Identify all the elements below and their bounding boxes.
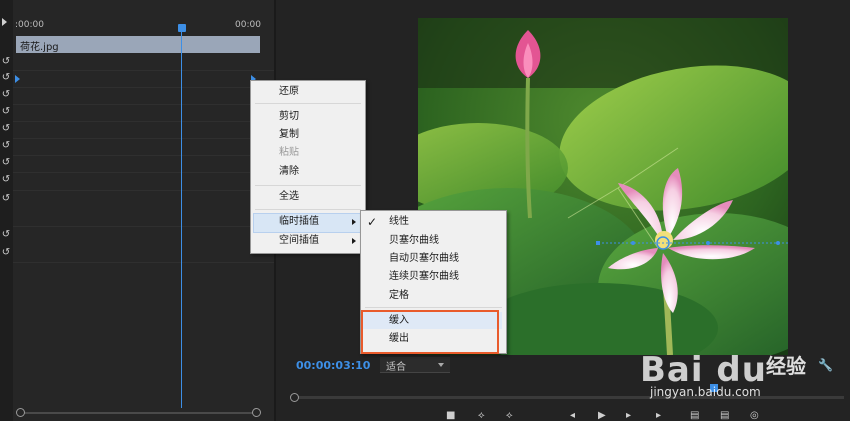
submenu-arrow-icon bbox=[352, 219, 356, 225]
reset-icon[interactable]: ↺ bbox=[0, 56, 12, 68]
step-forward-icon[interactable]: ▸ bbox=[626, 410, 631, 421]
row-divider bbox=[13, 121, 274, 122]
row-divider bbox=[13, 70, 274, 71]
menu-separator bbox=[255, 103, 361, 104]
export-frame-icon[interactable]: ◎ bbox=[750, 410, 759, 421]
keyframe-start-icon[interactable] bbox=[15, 75, 20, 83]
goto-out-icon[interactable]: ▸ bbox=[656, 410, 661, 421]
mark-out-icon[interactable]: ⟡ bbox=[478, 410, 485, 421]
row-divider bbox=[13, 262, 274, 263]
playhead-handle[interactable] bbox=[178, 24, 186, 32]
extract-icon[interactable]: ▤ bbox=[720, 410, 729, 421]
expand-arrow-icon[interactable] bbox=[2, 18, 7, 26]
play-icon[interactable]: ▶ bbox=[598, 410, 606, 421]
step-back-icon[interactable]: ◂ bbox=[570, 410, 575, 421]
row-divider bbox=[13, 190, 274, 191]
reset-icon[interactable]: ↺ bbox=[0, 89, 12, 101]
baidu-watermark-url: jingyan.baidu.com bbox=[650, 385, 761, 399]
effect-controls-panel bbox=[0, 0, 274, 421]
row-divider bbox=[13, 104, 274, 105]
row-divider bbox=[13, 138, 274, 139]
menu-item-select-all[interactable]: 全选 bbox=[279, 189, 299, 205]
reset-icon[interactable]: ↺ bbox=[0, 229, 12, 241]
reset-icon[interactable]: ↺ bbox=[0, 157, 12, 169]
scroll-start-handle[interactable] bbox=[16, 408, 25, 417]
menu-separator bbox=[255, 209, 361, 210]
menu-item-restore[interactable]: 还原 bbox=[279, 84, 299, 100]
timeline-scrollbar[interactable] bbox=[18, 412, 258, 414]
ruler-start-label: :00:00 bbox=[15, 20, 44, 30]
menu-item-spatial-interpolation[interactable]: 空间插值 bbox=[279, 233, 319, 249]
reset-icon[interactable]: ↺ bbox=[0, 140, 12, 152]
menu-separator bbox=[255, 185, 361, 186]
mark-in-icon[interactable]: ■ bbox=[446, 410, 455, 421]
reset-icon[interactable]: ↺ bbox=[0, 193, 12, 205]
reset-icon[interactable]: ↺ bbox=[0, 174, 12, 186]
menu-item-cut[interactable]: 剪切 bbox=[279, 109, 299, 125]
menu-item-copy[interactable]: 复制 bbox=[279, 127, 299, 143]
submenu-item-bezier[interactable]: 贝塞尔曲线 bbox=[389, 233, 439, 249]
monitor-scrub-bar[interactable] bbox=[292, 396, 844, 399]
clip-name-label: 荷花.jpg bbox=[20, 42, 59, 53]
submenu-item-hold[interactable]: 定格 bbox=[389, 288, 409, 304]
row-divider bbox=[13, 172, 274, 173]
submenu-item-linear[interactable]: 线性 bbox=[389, 214, 409, 230]
ease-options-highlight-box bbox=[361, 310, 499, 354]
scroll-end-handle[interactable] bbox=[252, 408, 261, 417]
reset-icon[interactable]: ↺ bbox=[0, 106, 12, 118]
zoom-fit-label: 适合 bbox=[386, 362, 406, 373]
keyframe-context-menu: 还原 剪切 复制 粘贴 清除 全选 临时插值 空间插值 bbox=[250, 80, 366, 254]
row-divider bbox=[13, 87, 274, 88]
wrench-icon[interactable]: 🔧 bbox=[818, 358, 833, 372]
submenu-item-continuous-bezier[interactable]: 连续贝塞尔曲线 bbox=[389, 269, 459, 285]
row-divider bbox=[13, 226, 274, 227]
goto-in-icon[interactable]: ⟡ bbox=[506, 410, 513, 421]
reset-icon[interactable]: ↺ bbox=[0, 123, 12, 135]
row-divider bbox=[13, 155, 274, 156]
reset-icon[interactable]: ↺ bbox=[0, 72, 12, 84]
menu-separator bbox=[365, 307, 502, 308]
ruler-end-label: 00:00 bbox=[235, 20, 261, 30]
reset-icon[interactable]: ↺ bbox=[0, 247, 12, 259]
menu-item-temporal-interpolation[interactable]: 临时插值 bbox=[279, 214, 319, 230]
playhead-line bbox=[181, 28, 182, 408]
menu-item-clear[interactable]: 清除 bbox=[279, 164, 299, 180]
submenu-arrow-icon bbox=[352, 238, 356, 244]
playhead-timecode[interactable]: 00:00:03:10 bbox=[296, 359, 370, 372]
scrub-start-handle[interactable] bbox=[290, 393, 299, 402]
submenu-item-auto-bezier[interactable]: 自动贝塞尔曲线 bbox=[389, 251, 459, 267]
check-icon: ✓ bbox=[367, 215, 378, 229]
baidu-watermark-logo: Bai du bbox=[640, 350, 767, 390]
menu-item-paste: 粘贴 bbox=[279, 147, 299, 158]
chevron-down-icon bbox=[438, 363, 444, 367]
lift-icon[interactable]: ▤ bbox=[690, 410, 699, 421]
baidu-watermark-jingyan: 经验 bbox=[766, 354, 806, 378]
